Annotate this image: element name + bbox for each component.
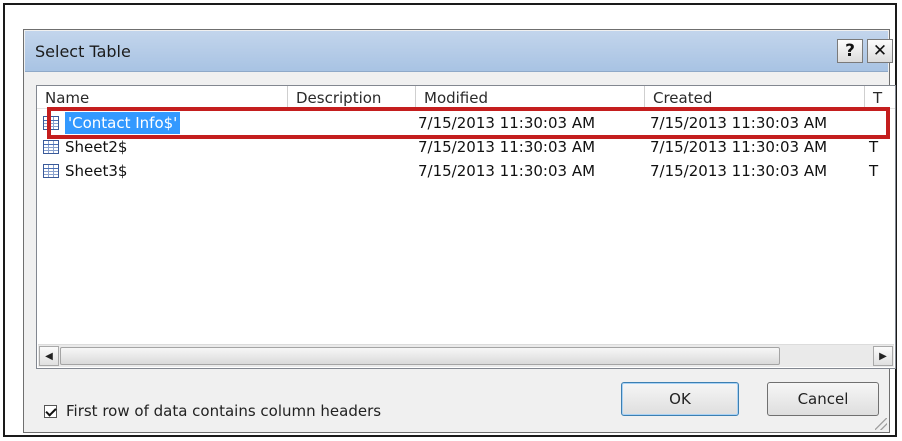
column-header-created[interactable]: Created: [645, 86, 865, 108]
ok-button[interactable]: OK: [621, 382, 739, 416]
table-icon: [43, 116, 59, 130]
scroll-thumb[interactable]: [60, 347, 780, 365]
row-modified: 7/15/2013 11:30:03 AM: [418, 114, 596, 132]
row-name: 'Contact Info$': [65, 112, 181, 134]
row-created: 7/15/2013 11:30:03 AM: [650, 162, 828, 180]
table-list[interactable]: Name Description Modified Created T 'Con…: [36, 85, 896, 369]
horizontal-scrollbar[interactable]: ◀ ▶: [38, 344, 894, 367]
row-modified: 7/15/2013 11:30:03 AM: [418, 138, 596, 156]
checkbox-label: First row of data contains column header…: [66, 402, 382, 420]
row-name: Sheet2$: [65, 138, 128, 156]
row-type: T: [869, 162, 879, 180]
row-created: 7/15/2013 11:30:03 AM: [650, 138, 828, 156]
title-bar: Select Table ? ✕: [25, 31, 893, 72]
table-icon: [43, 164, 59, 178]
screenshot-frame: Select Table ? ✕ Name Description Modifi…: [3, 3, 897, 437]
row-type: T: [869, 138, 879, 156]
cancel-button[interactable]: Cancel: [767, 382, 879, 416]
dialog-title: Select Table: [35, 42, 131, 61]
column-header-description[interactable]: Description: [288, 86, 416, 108]
close-button[interactable]: ✕: [867, 39, 893, 63]
column-header-modified[interactable]: Modified: [416, 86, 645, 108]
column-header-name[interactable]: Name: [37, 86, 288, 108]
resize-grip-icon[interactable]: [875, 418, 887, 430]
column-header-row: Name Description Modified Created T: [37, 86, 895, 109]
row-modified: 7/15/2013 11:30:03 AM: [418, 162, 596, 180]
scroll-left-icon[interactable]: ◀: [39, 346, 59, 366]
table-icon: [43, 140, 59, 154]
header-row-checkbox-option[interactable]: First row of data contains column header…: [44, 402, 381, 420]
row-name: Sheet3$: [65, 162, 128, 180]
table-row[interactable]: 'Contact Info$' 7/15/2013 11:30:03 AM 7/…: [37, 112, 895, 134]
select-table-dialog: Select Table ? ✕ Name Description Modifi…: [23, 29, 896, 433]
table-row[interactable]: Sheet2$ 7/15/2013 11:30:03 AM 7/15/2013 …: [37, 136, 895, 158]
help-button[interactable]: ?: [837, 39, 863, 63]
column-header-type[interactable]: T: [865, 86, 895, 108]
scroll-right-icon[interactable]: ▶: [873, 346, 893, 366]
row-created: 7/15/2013 11:30:03 AM: [650, 114, 828, 132]
checkbox-checked-icon[interactable]: [44, 404, 57, 418]
table-row[interactable]: Sheet3$ 7/15/2013 11:30:03 AM 7/15/2013 …: [37, 160, 895, 182]
